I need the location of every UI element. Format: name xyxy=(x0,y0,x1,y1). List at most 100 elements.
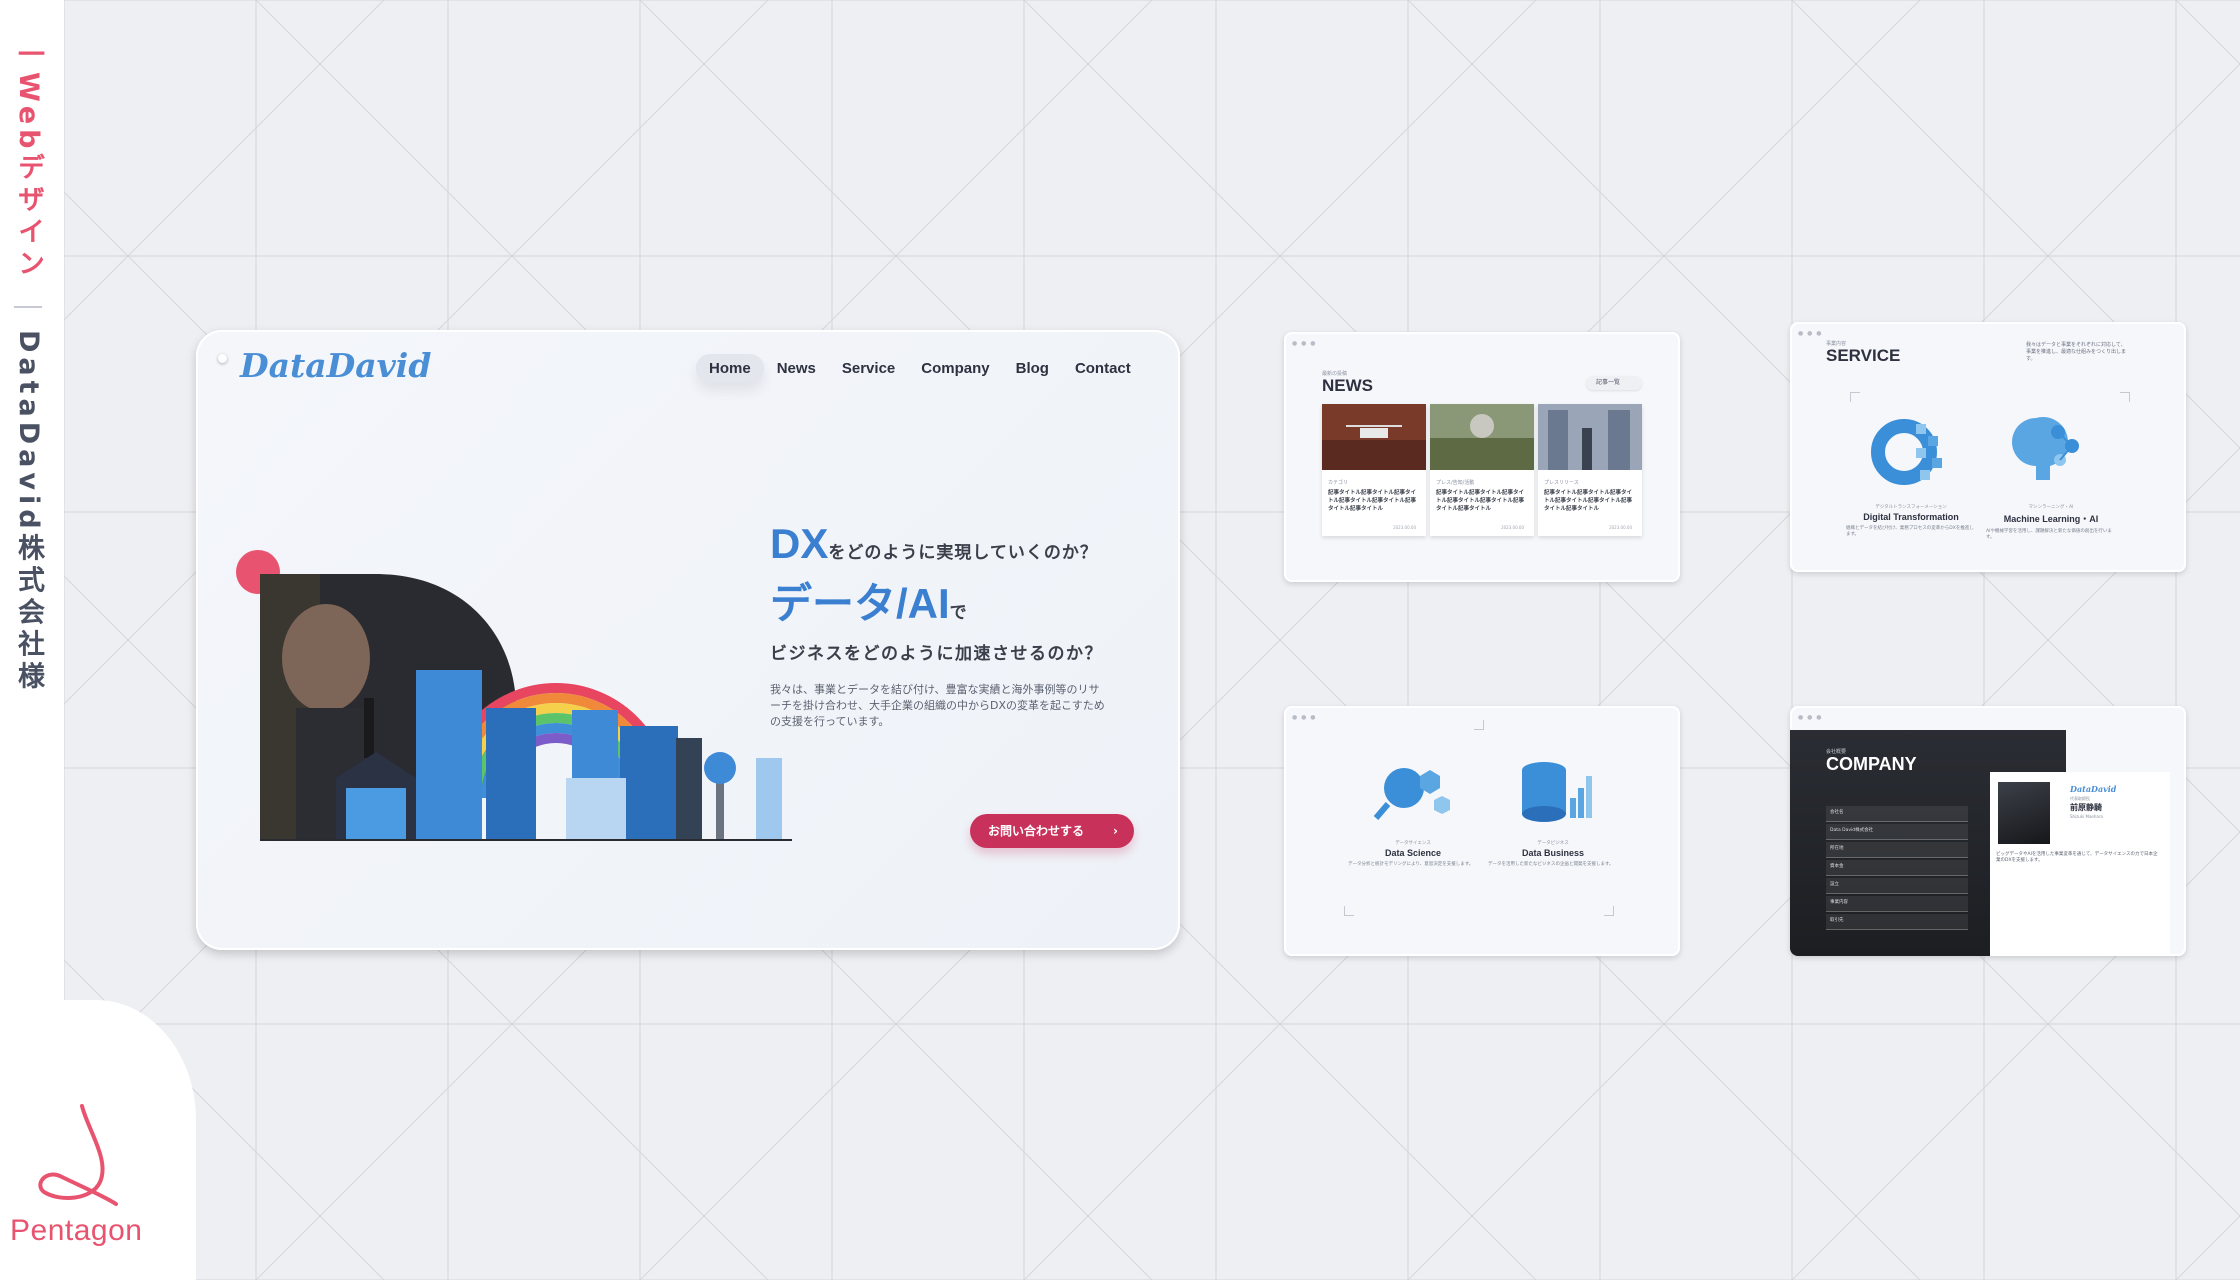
ceo-message: ビッグデータやAIを活用した事業変革を通じて、データサイエンスの力で日本企業のD… xyxy=(1996,852,2158,863)
company-info-table: 会社名 Data David株式会社 所在地 資本金 設立 事業内容 取引先 xyxy=(1826,806,1968,932)
news-date: 2023.00.00 xyxy=(1393,525,1416,530)
table-row: Data David株式会社 xyxy=(1826,824,1968,840)
client-label: DataDavid株式会社様 xyxy=(13,330,44,694)
service-description: 我々はデータと事業をそれぞれに対応して、事業を推進し、最適な仕組みをつくり出しま… xyxy=(2026,342,2127,362)
service-thumbnail[interactable]: ● ● ● 事業内容 SERVICE 我々はデータと事業をそれぞれに対応して、事… xyxy=(1790,322,2186,572)
nav-news[interactable]: News xyxy=(764,354,829,383)
service-item-dx[interactable]: デジタルトランスフォーメーション Digital Transformation … xyxy=(1846,408,1976,538)
news-category: プレスリリース xyxy=(1544,480,1579,486)
table-row: 資本金 xyxy=(1826,860,1968,876)
category-label: 一Webデザイン xyxy=(13,40,44,282)
table-row: 取引先 xyxy=(1826,914,1968,930)
hero-line-1-rest: をどのように実現していくのか？ xyxy=(828,543,1098,562)
grid-line xyxy=(1407,0,2240,833)
service-name: Data Science xyxy=(1384,848,1442,858)
window-dots-icon: ● ● ● xyxy=(1292,340,1317,347)
nav-service[interactable]: Service xyxy=(829,354,908,383)
service-item-data-science[interactable]: データサイエンス Data Science データ分析と統計モデリングにより、意… xyxy=(1348,754,1478,868)
hero-line-2-rest: で xyxy=(949,603,967,622)
brand-name: Pentagon xyxy=(10,1214,143,1247)
news-more-button[interactable]: 記事一覧 xyxy=(1586,376,1642,390)
service-name: Machine Learning・AI xyxy=(2003,514,2099,524)
hero-line-1: DXをどのように実現していくのか？ xyxy=(770,520,1170,568)
corner-mark xyxy=(1850,392,1860,402)
service-text: AIや機械学習を活用し、課題解決と新たな価値の創出を行います。 xyxy=(1986,529,2112,540)
grid-line xyxy=(2175,1215,2240,1280)
service-name: Data Business xyxy=(1521,848,1585,858)
database-chart-icon xyxy=(1522,762,1592,822)
grid-line xyxy=(1791,831,2240,1280)
hero-line-3: ビジネスをどのように加速させるのか？ xyxy=(770,644,1103,664)
news-image-field xyxy=(1430,404,1534,470)
hero-line-2: データ/AIで xyxy=(770,570,1170,631)
ceo-message-card: DataDavid 代表取締役 前原静騎 Shizuki Maehara ビッグ… xyxy=(1990,772,2170,956)
sidebar-divider xyxy=(14,306,42,308)
corner-mark xyxy=(1604,906,1614,916)
magnifier-analysis-icon xyxy=(1373,768,1450,820)
news-title: NEWS xyxy=(1322,376,1373,395)
table-row: 会社名 xyxy=(1826,806,1968,822)
grid-line xyxy=(1791,0,2240,449)
main-nav: Home News Service Company Blog Contact xyxy=(696,354,1144,383)
table-row: 事業内容 xyxy=(1826,896,1968,912)
table-row: 設立 xyxy=(1826,878,1968,894)
hero-copy: DXをどのように実現していくのか？ データ/AIで ビジネスをどのように加速させ… xyxy=(770,520,1170,730)
pentagon-logo-icon xyxy=(38,1104,118,1206)
window-dots-icon: ● ● ● xyxy=(1292,714,1317,721)
ceo-name-en: Shizuki Maehara xyxy=(2070,814,2103,819)
news-date: 2023.00.00 xyxy=(1501,525,1524,530)
site-logo[interactable]: DataDavid xyxy=(240,346,431,385)
hero-dx: DX xyxy=(770,520,829,567)
window-dots-icon: ● ● ● xyxy=(1798,330,1823,337)
gear-pixel-icon xyxy=(1871,419,1942,485)
hero-body: 我々は、事業とデータを結び付け、豊富な実績と海外事例等のリサーチを掛け合わせ、大… xyxy=(770,683,1105,728)
service-text: データ分析と統計モデリングにより、意思決定を支援します。 xyxy=(1348,862,1474,867)
news-card[interactable]: カテゴリ 記事タイトル記事タイトル記事タイトル記事タイトル記事タイトル記事タイト… xyxy=(1322,404,1426,536)
service-name: Digital Transformation xyxy=(1863,512,1959,522)
news-card[interactable]: プレスリリース 記事タイトル記事タイトル記事タイトル記事タイトル記事タイトル記事… xyxy=(1538,404,1642,536)
grid-line xyxy=(1023,0,2240,1217)
data-services-thumbnail[interactable]: ● ● ● データサイエンス Data Science データ分析と統計モデリン… xyxy=(1284,706,1680,956)
service-caption: デジタルトランスフォーメーション xyxy=(1875,505,1947,510)
nav-company[interactable]: Company xyxy=(908,354,1002,383)
window-dots-icon: ● ● ● xyxy=(1798,714,1823,721)
ceo-photo xyxy=(1998,782,2050,844)
service-caption: データビジネス xyxy=(1537,841,1569,846)
contact-button[interactable]: お問い合わせする › xyxy=(970,814,1134,848)
news-image-drone xyxy=(1322,404,1426,470)
news-category: カテゴリ xyxy=(1328,480,1349,486)
nav-blog[interactable]: Blog xyxy=(1003,354,1062,383)
news-image-warehouse xyxy=(1538,404,1642,470)
news-date: 2023.00.00 xyxy=(1609,525,1632,530)
corner-mark xyxy=(1474,720,1484,730)
ceo-name: 前原静騎 xyxy=(2070,803,2102,812)
news-card[interactable]: プレス/告知/活動 記事タイトル記事タイトル記事タイトル記事タイトル記事タイトル… xyxy=(1430,404,1534,536)
main-site-mockup: DataDavid Home News Service Company Blog… xyxy=(196,330,1180,950)
company-title: COMPANY xyxy=(1826,754,1917,774)
news-card-title: 記事タイトル記事タイトル記事タイトル記事タイトル記事タイトル記事タイトル記事タイ… xyxy=(1436,490,1525,512)
news-thumbnail[interactable]: ● ● ● 最新の投稿 NEWS 記事一覧 カテゴリ 記事タイトル記事タイトル記… xyxy=(1284,332,1680,582)
service-text: データを活用した新たなビジネスの企画と開発を支援します。 xyxy=(1488,862,1614,867)
hero-illustration xyxy=(236,550,792,841)
service-item-ml[interactable]: マシンラーニング・AI Machine Learning・AI AIや機械学習を… xyxy=(1986,408,2116,541)
nav-contact[interactable]: Contact xyxy=(1062,354,1144,383)
company-thumbnail[interactable]: ● ● ● 会社概要 COMPANY 会社名 Data David株式会社 所在… xyxy=(1790,706,2186,956)
grid-line xyxy=(1023,63,2240,1280)
news-card-title: 記事タイトル記事タイトル記事タイトル記事タイトル記事タイトル記事タイトル記事タイ… xyxy=(1328,490,1417,512)
window-dot xyxy=(218,354,227,363)
corner-mark xyxy=(2120,392,2130,402)
service-caption: データサイエンス xyxy=(1395,841,1431,846)
news-card-title: 記事タイトル記事タイトル記事タイトル記事タイトル記事タイトル記事タイトル記事タイ… xyxy=(1544,490,1633,512)
service-caption: マシンラーニング・AI xyxy=(2028,505,2074,510)
lightbulb-network-icon xyxy=(2012,417,2079,480)
hero-data-ai: データ/AI xyxy=(770,580,950,627)
service-item-data-business[interactable]: データビジネス Data Business データを活用した新たなビジネスの企画… xyxy=(1488,754,1618,868)
grid-line xyxy=(2175,0,2240,65)
grid-line xyxy=(1407,447,2240,1280)
nav-home[interactable]: Home xyxy=(696,354,764,383)
ceo-signature-logo: DataDavid xyxy=(2070,784,2117,794)
service-text: 組織とデータを結び付け、業務プロセスの変革からDXを推進します。 xyxy=(1846,526,1974,537)
contact-button-label: お問い合わせする xyxy=(988,824,1085,838)
news-category: プレス/告知/活動 xyxy=(1436,480,1475,486)
table-row: 所在地 xyxy=(1826,842,1968,858)
